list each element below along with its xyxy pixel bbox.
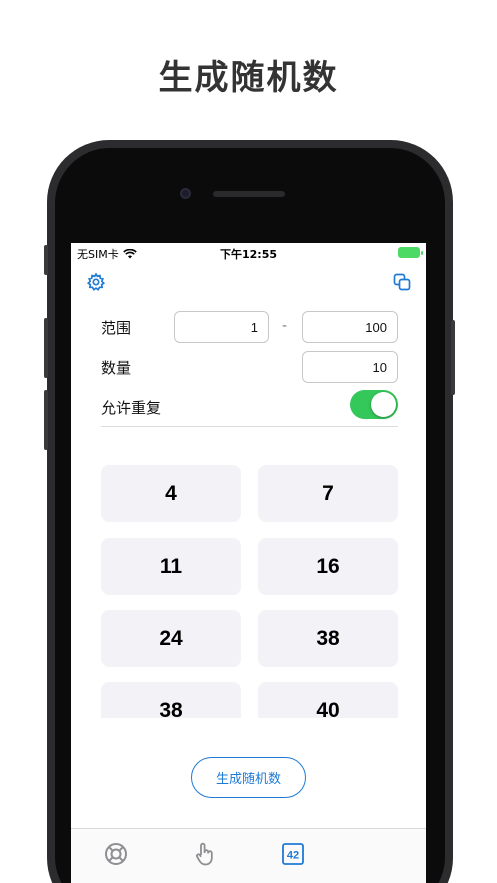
- result-cell: 16: [258, 538, 398, 595]
- toggle-knob: [371, 392, 396, 417]
- range-label: 范围: [101, 319, 132, 337]
- status-bar: 无SIM卡 下午12:55: [71, 243, 426, 263]
- result-cell: 40: [258, 682, 398, 718]
- tab-random-number[interactable]: 42: [278, 839, 308, 869]
- allow-repeat-label: 允许重复: [101, 399, 162, 417]
- tab-bar: 42: [71, 828, 426, 883]
- number-badge-label: 42: [287, 850, 299, 862]
- tap-hand-icon: [196, 842, 213, 866]
- number-badge-icon: 42: [282, 843, 304, 865]
- result-cell: 7: [258, 465, 398, 522]
- copy-button[interactable]: [391, 271, 413, 293]
- earpiece-speaker: [213, 191, 285, 197]
- allow-repeat-toggle[interactable]: [350, 390, 398, 419]
- range-min-field[interactable]: [174, 311, 269, 343]
- copy-icon: [393, 273, 411, 291]
- front-camera: [180, 188, 191, 199]
- lifebuoy-icon: [105, 843, 127, 865]
- result-cell: 11: [101, 538, 241, 595]
- results-grid: 4 7 11 16 24 38 38 40: [101, 465, 398, 718]
- phone-volume-up: [44, 318, 48, 378]
- result-cell: 38: [101, 682, 241, 718]
- app-screen: 无SIM卡 下午12:55 范围 - 数量 允许重复 4 7: [71, 243, 426, 883]
- phone-power-button: [451, 320, 455, 395]
- tab-lifebuoy[interactable]: [101, 839, 131, 869]
- result-cell: 4: [101, 465, 241, 522]
- page-headline: 生成随机数: [158, 58, 339, 98]
- range-max-field[interactable]: [302, 311, 398, 343]
- status-time: 下午12:55: [219, 248, 277, 261]
- count-label: 数量: [101, 359, 132, 377]
- battery-icon: [398, 247, 423, 258]
- result-cell: 24: [101, 610, 241, 667]
- count-field[interactable]: [302, 351, 398, 383]
- settings-button[interactable]: [85, 271, 107, 293]
- range-separator: -: [282, 318, 288, 334]
- phone-mute-switch: [44, 245, 48, 275]
- form-divider: [101, 426, 398, 427]
- result-cell: 38: [258, 610, 398, 667]
- phone-volume-down: [44, 390, 48, 450]
- generate-button[interactable]: 生成随机数: [191, 757, 306, 798]
- tab-tap[interactable]: [190, 839, 220, 869]
- gear-icon: [86, 272, 106, 291]
